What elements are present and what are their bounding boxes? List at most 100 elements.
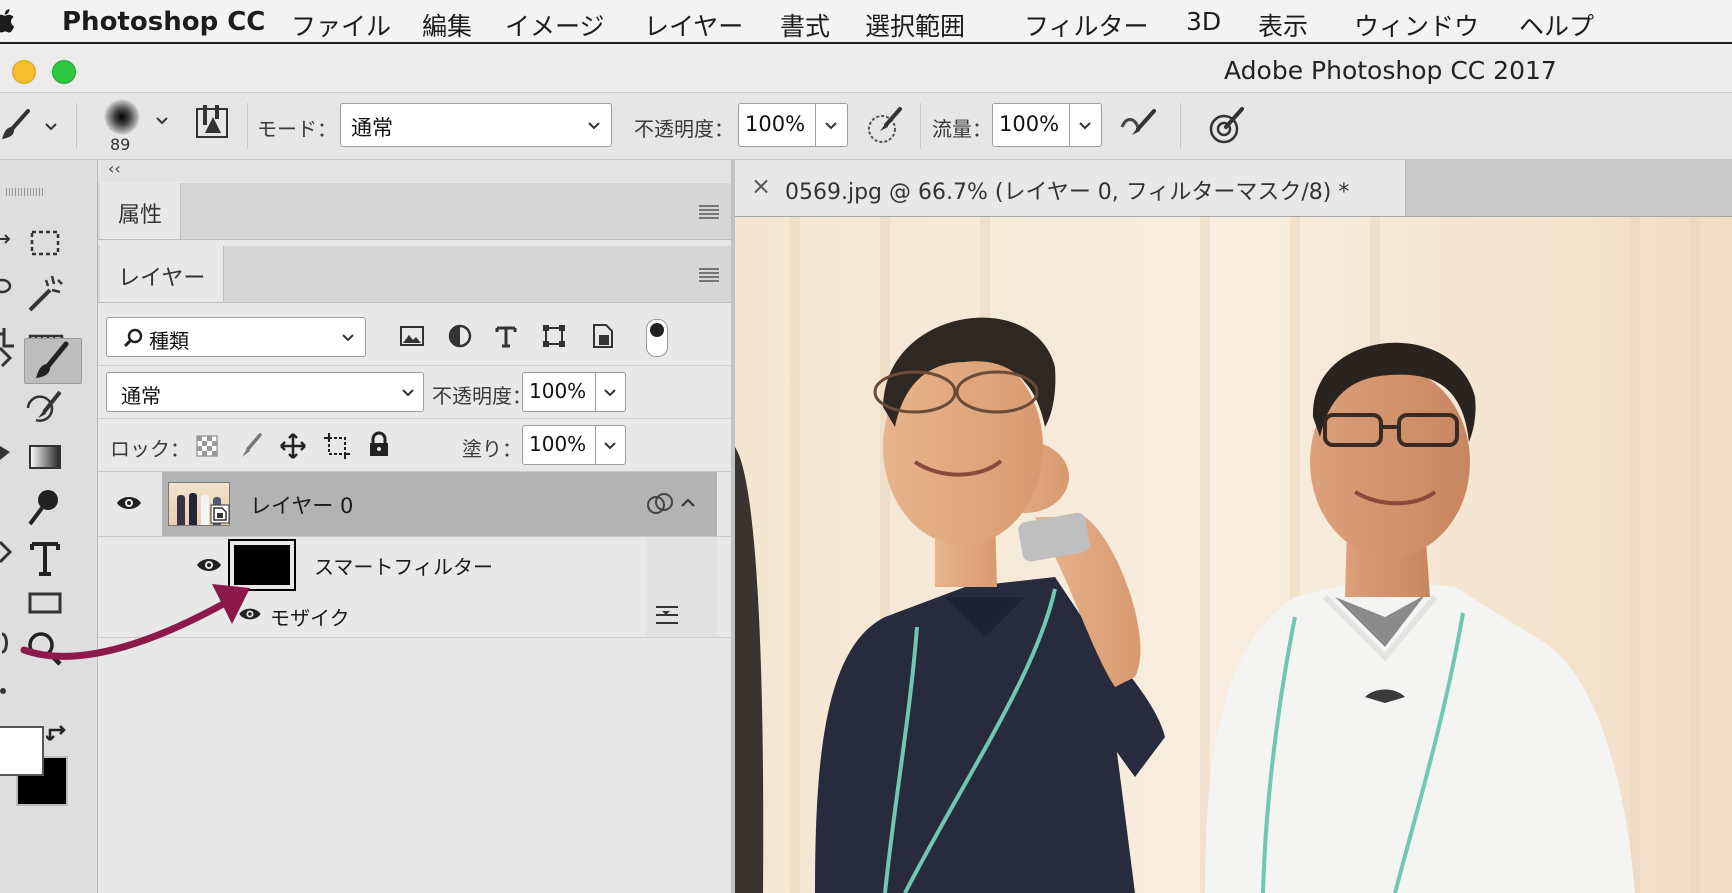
move-tool-partial-icon[interactable]: [0, 232, 10, 246]
lock-transparent-pixels-icon[interactable]: [196, 435, 218, 457]
flow-label: 流量：: [932, 117, 992, 141]
more-tools-icon[interactable]: [0, 688, 6, 694]
airbrush-icon[interactable]: [1118, 107, 1158, 143]
menu-select[interactable]: 選択範囲: [865, 7, 965, 43]
app-menu[interactable]: Photoshop CC: [62, 7, 265, 37]
gradient-tool-icon[interactable]: [22, 434, 68, 480]
properties-tab-row: 属性: [98, 183, 731, 240]
menu-filter[interactable]: フィルター: [1024, 7, 1149, 43]
smart-object-filter-icon[interactable]: [590, 323, 614, 349]
pressure-size-icon[interactable]: [1208, 105, 1246, 145]
search-icon: [123, 328, 143, 348]
lock-image-pixels-icon[interactable]: [238, 433, 262, 459]
opacity-input[interactable]: 100%: [738, 103, 816, 147]
chevron-down-icon: [604, 442, 616, 450]
flow-input[interactable]: 100%: [992, 103, 1070, 147]
opacity-dropdown-button[interactable]: [816, 103, 848, 147]
eyedropper-tool-partial-icon[interactable]: [0, 346, 12, 368]
lasso-tool-partial-icon[interactable]: [0, 278, 12, 298]
menu-file[interactable]: ファイル: [291, 7, 391, 43]
fill-input[interactable]: 100%: [522, 425, 596, 465]
apple-icon[interactable]: [0, 8, 18, 34]
tab-layers[interactable]: レイヤー: [100, 246, 225, 302]
menu-view[interactable]: 表示: [1258, 7, 1308, 43]
menu-help[interactable]: ヘルプ: [1519, 7, 1594, 43]
chevron-down-icon: [588, 122, 600, 130]
chevron-down-icon: [1079, 122, 1091, 130]
opacity-value: 100%: [745, 112, 806, 136]
document-tab[interactable]: × 0569.jpg @ 66.7% (レイヤー 0, フィルターマスク/8) …: [735, 160, 1406, 216]
lock-position-icon[interactable]: [280, 433, 306, 459]
close-document-icon[interactable]: ×: [751, 172, 771, 200]
layer-row[interactable]: レイヤー 0: [98, 472, 731, 536]
brush-size-label: 89: [110, 135, 131, 154]
collapse-panels-icon[interactable]: ‹‹: [108, 159, 121, 178]
chevron-down-icon[interactable]: [44, 120, 58, 134]
foreground-color-swatch[interactable]: [0, 726, 44, 776]
fill-dropdown[interactable]: [596, 425, 626, 465]
smart-object-badge-icon: [210, 504, 230, 524]
menu-window[interactable]: ウィンドウ: [1354, 7, 1479, 43]
menu-edit[interactable]: 編集: [422, 7, 472, 43]
options-bar: 89 モード： 通常 不透明度： 100% 流量： 100%: [0, 93, 1732, 160]
zoom-button[interactable]: [52, 60, 76, 84]
mode-select[interactable]: 通常: [340, 103, 612, 147]
photo-image: [735, 217, 1732, 893]
blend-mode-select[interactable]: 通常: [106, 372, 424, 412]
layer-name[interactable]: レイヤー 0: [250, 490, 353, 520]
lock-artboard-icon[interactable]: [324, 433, 350, 459]
brush-tool-preset-icon[interactable]: [0, 107, 34, 143]
chevron-down-icon[interactable]: [155, 114, 169, 128]
layer-opacity-dropdown[interactable]: [596, 372, 626, 412]
fill-value: 100%: [529, 432, 587, 456]
menu-layer[interactable]: レイヤー: [644, 7, 743, 43]
chevron-down-icon: [342, 334, 354, 342]
tab-properties[interactable]: 属性: [100, 183, 182, 239]
flow-dropdown-button[interactable]: [1070, 103, 1102, 147]
menu-image[interactable]: イメージ: [505, 7, 605, 43]
toolbar-grip[interactable]: [6, 188, 44, 196]
layer-kind-value: 種類: [149, 329, 189, 353]
window-title-bar: Adobe Photoshop CC 2017: [0, 44, 1732, 93]
blend-opacity-row: 通常 不透明度： 100%: [98, 366, 731, 419]
selected-layer-highlight: [162, 472, 717, 536]
chevron-down-icon: [825, 122, 837, 130]
panel-collapse-strip: ‹‹: [98, 159, 733, 182]
brush-tool-icon[interactable]: [28, 338, 74, 384]
swap-colors-icon[interactable]: [46, 724, 70, 746]
marquee-tool-icon[interactable]: [22, 222, 68, 268]
lock-all-icon[interactable]: [368, 431, 390, 457]
smart-filter-indicator-icon[interactable]: [646, 492, 674, 516]
brush-settings-panel-icon[interactable]: [195, 103, 231, 139]
menu-bar: Photoshop CC ファイル 編集 イメージ レイヤー 書式 選択範囲 フ…: [0, 0, 1732, 44]
layers-tab-row: レイヤー: [98, 246, 731, 303]
menu-3d[interactable]: 3D: [1186, 7, 1221, 36]
magic-wand-tool-icon[interactable]: [22, 270, 68, 316]
smart-filter-label[interactable]: スマートフィルター: [314, 551, 493, 580]
annotation-arrow: [20, 584, 250, 660]
type-layer-filter-icon[interactable]: [494, 324, 518, 348]
layer-opacity-input[interactable]: 100%: [522, 372, 596, 412]
brush-preview-icon[interactable]: [104, 99, 140, 135]
layer-kind-select[interactable]: 種類: [106, 317, 366, 357]
history-brush-tool-icon[interactable]: [22, 386, 68, 432]
pixel-layer-filter-icon[interactable]: [400, 325, 424, 347]
chevron-down-icon: [402, 389, 414, 397]
blending-options-icon[interactable]: [654, 603, 680, 627]
panel-menu-icon[interactable]: [699, 268, 719, 282]
pressure-opacity-icon[interactable]: [866, 105, 904, 145]
shape-layer-filter-icon[interactable]: [542, 324, 566, 348]
visibility-eye-icon[interactable]: [116, 494, 142, 512]
lock-fill-row: ロック： 塗り： 100%: [98, 419, 731, 472]
layer-opacity-label: 不透明度：: [432, 384, 532, 408]
chevron-up-icon[interactable]: [680, 496, 696, 510]
panel-menu-icon[interactable]: [699, 205, 719, 219]
canvas-photo[interactable]: [735, 217, 1732, 893]
menu-type[interactable]: 書式: [780, 7, 830, 43]
dodge-tool-icon[interactable]: [22, 484, 68, 530]
minimize-button[interactable]: [12, 60, 36, 84]
filter-toggle-switch[interactable]: [646, 319, 668, 357]
adjustment-layer-filter-icon[interactable]: [448, 324, 472, 348]
opacity-label: 不透明度：: [634, 117, 734, 141]
stamp-tool-partial-icon[interactable]: [0, 442, 12, 464]
